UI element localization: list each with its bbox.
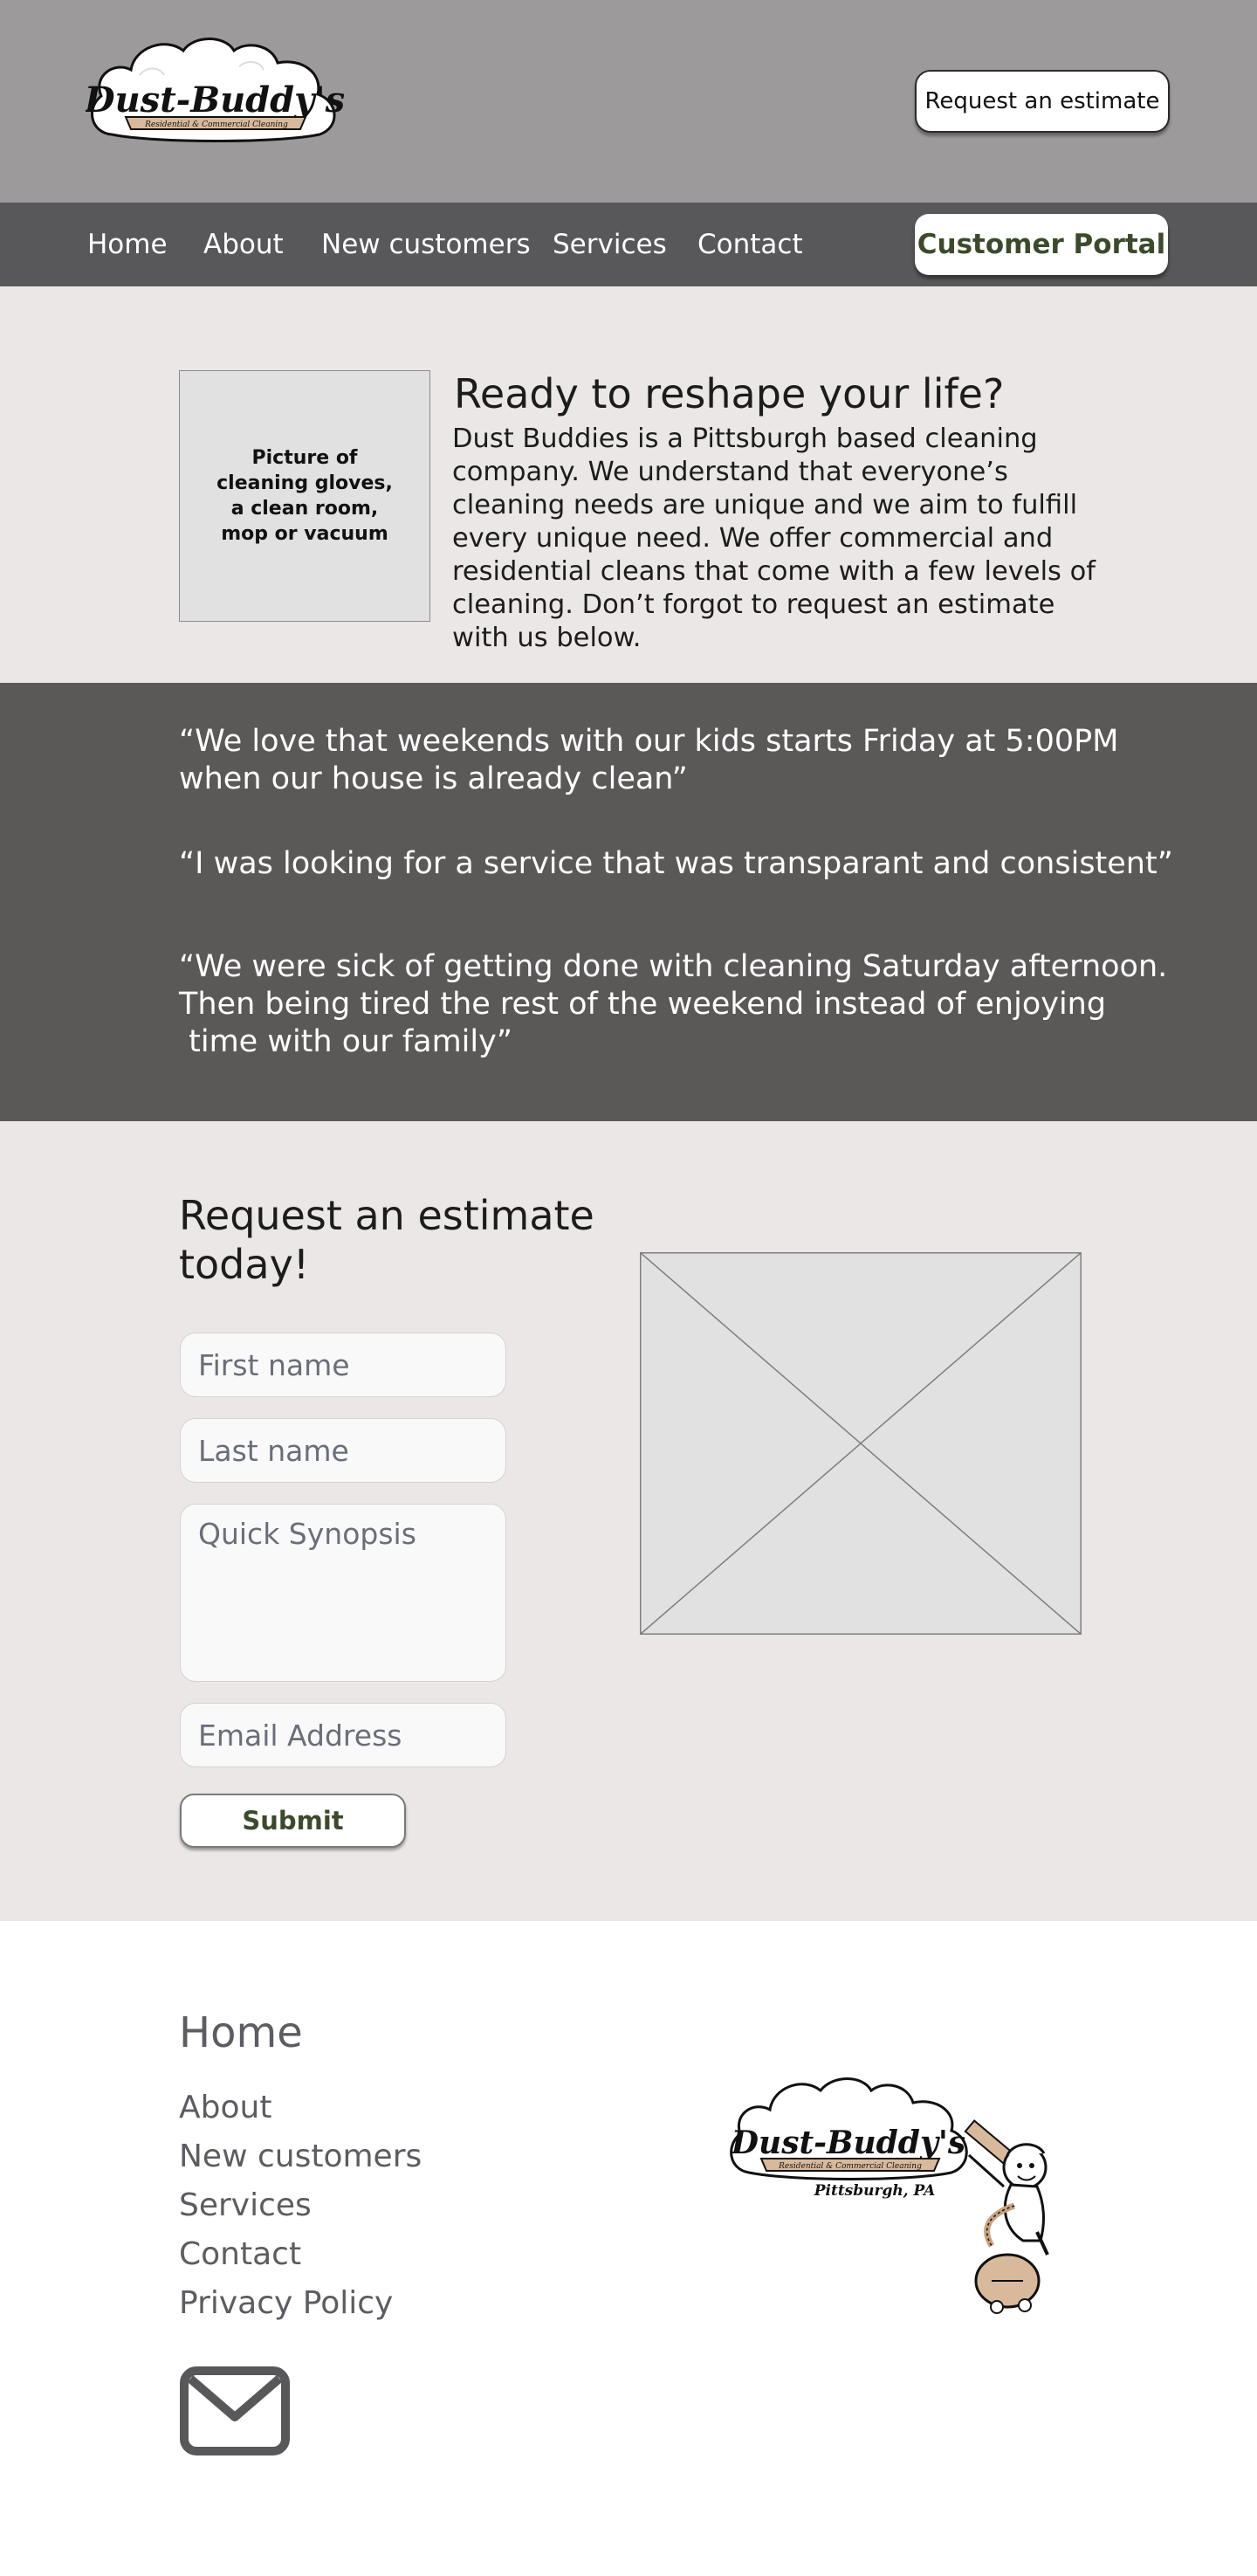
mascot-icon [964,2119,1049,2314]
last-name-field[interactable] [180,1418,506,1483]
logo-banner: Residential & Commercial Cleaning [124,116,307,130]
testimonial-quote: “We love that weekends with our kids sta… [179,724,1119,796]
main-nav: Home About New customers Services Contac… [0,203,1257,286]
submit-button[interactable]: Submit [180,1794,406,1848]
nav-item-services[interactable]: Services [553,203,667,286]
intro-image-caption: Picture of cleaning gloves, a clean room… [216,447,393,545]
estimate-form-title: Request an estimate today! [179,1192,594,1288]
quick-synopsis-field[interactable] [180,1504,506,1682]
footer-link-services[interactable]: Services [179,2181,422,2230]
nav-item-new-customers[interactable]: New customers [321,203,531,286]
footer-link-home[interactable]: Home [179,2008,303,2057]
footer-link-about[interactable]: About [179,2084,422,2132]
testimonial-quote: “I was looking for a service that was tr… [179,846,1173,881]
envelope-icon[interactable] [180,2366,290,2455]
footer-logo-wordmark: Dust-Buddy's [731,2125,965,2161]
nav-item-about[interactable]: About [203,203,284,286]
logo-wordmark: Dust-Buddy's [86,79,344,121]
nav-item-contact[interactable]: Contact [697,203,803,286]
first-name-field[interactable] [180,1333,506,1397]
intro-image-placeholder: Picture of cleaning gloves, a clean room… [179,370,430,622]
footer-link-privacy-policy[interactable]: Privacy Policy [179,2279,422,2328]
estimate-section: Request an estimate today! Submit [0,1121,1257,1921]
footer-logo-banner: Residential & Commercial Cleaning [759,2158,941,2172]
dust-buddys-mascot-logo: Dust-Buddy's Residential & Commercial Cl… [730,2077,1049,2314]
intro-section: Picture of cleaning gloves, a clean room… [0,286,1257,683]
image-placeholder [640,1252,1082,1635]
footer-link-new-customers[interactable]: New customers [179,2132,422,2181]
request-estimate-button[interactable]: Request an estimate [915,70,1170,133]
footer-link-contact[interactable]: Contact [179,2230,422,2279]
top-header: Dust-Buddy's Residential & Commercial Cl… [0,0,1257,203]
customer-portal-button[interactable]: Customer Portal [915,214,1168,275]
logo-banner-text: Residential & Commercial Cleaning [144,121,288,129]
testimonial-quote: “We were sick of getting done with clean… [179,949,1168,1059]
footer: Home About New customers Services Contac… [0,1921,1257,2576]
dust-buddys-logo[interactable]: Dust-Buddy's Residential & Commercial Cl… [86,31,344,154]
intro-title: Ready to reshape your life? [454,370,1005,417]
footer-links: About New customers Services Contact Pri… [179,2084,422,2328]
email-address-field[interactable] [180,1703,506,1767]
footer-logo-banner-text: Residential & Commercial Cleaning [778,2162,922,2171]
footer-logo-location: Pittsburgh, PA [814,2182,936,2200]
testimonials-section: “We love that weekends with our kids sta… [0,683,1257,1121]
nav-item-home[interactable]: Home [87,203,168,286]
intro-body: Dust Buddies is a Pittsburgh based clean… [452,424,1096,653]
